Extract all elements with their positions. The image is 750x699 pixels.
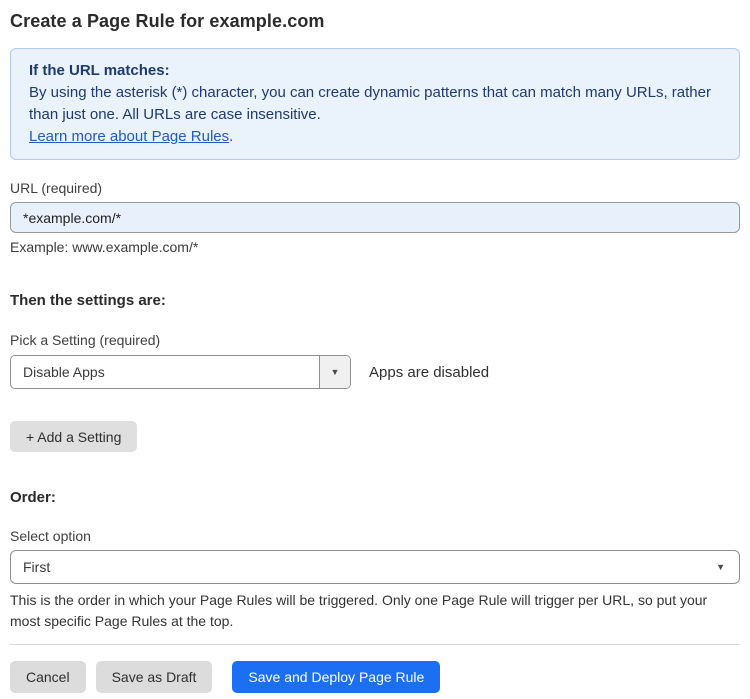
order-helper-text: This is the order in which your Page Rul…: [10, 592, 708, 629]
info-box-link-line: Learn more about Page Rules.: [29, 126, 721, 148]
info-box-body: By using the asterisk (*) character, you…: [29, 84, 711, 123]
order-select-value: First: [23, 559, 51, 575]
caret-down-icon: ▼: [330, 366, 340, 377]
page-rule-form: Create a Page Rule for example.com If th…: [0, 10, 750, 693]
learn-more-link[interactable]: Learn more about Page Rules: [29, 128, 229, 145]
add-setting-button[interactable]: + Add a Setting: [10, 421, 138, 452]
setting-select-arrow-button[interactable]: ▼: [319, 356, 350, 388]
setting-select[interactable]: Disable Apps ▼: [10, 355, 351, 389]
settings-section-heading: Then the settings are:: [10, 292, 166, 309]
setting-status-text: Apps are disabled: [369, 363, 490, 381]
url-match-info-box: If the URL matches: By using the asteris…: [10, 48, 740, 160]
url-input[interactable]: [10, 202, 740, 233]
save-and-deploy-button[interactable]: Save and Deploy Page Rule: [232, 661, 441, 693]
footer-divider: [10, 644, 740, 645]
pick-setting-label: Pick a Setting (required): [10, 332, 161, 348]
setting-select-value: Disable Apps: [23, 364, 105, 380]
caret-down-icon: ▼: [716, 561, 725, 572]
url-example-helper: Example: www.example.com/*: [10, 239, 199, 255]
save-as-draft-button[interactable]: Save as Draft: [95, 661, 213, 693]
url-label: URL (required): [10, 180, 103, 196]
setting-picker-row: Disable Apps ▼ Apps are disabled: [10, 355, 740, 389]
footer-buttons: Cancel Save as Draft Save and Deploy Pag…: [10, 661, 740, 693]
order-select-label: Select option: [10, 528, 91, 544]
cancel-button[interactable]: Cancel: [10, 661, 86, 693]
link-suffix: .: [229, 128, 234, 145]
page-title: Create a Page Rule for example.com: [10, 11, 325, 31]
order-select[interactable]: First ▼: [10, 550, 740, 584]
info-box-heading: If the URL matches:: [29, 62, 170, 79]
order-section-heading: Order:: [10, 489, 56, 506]
